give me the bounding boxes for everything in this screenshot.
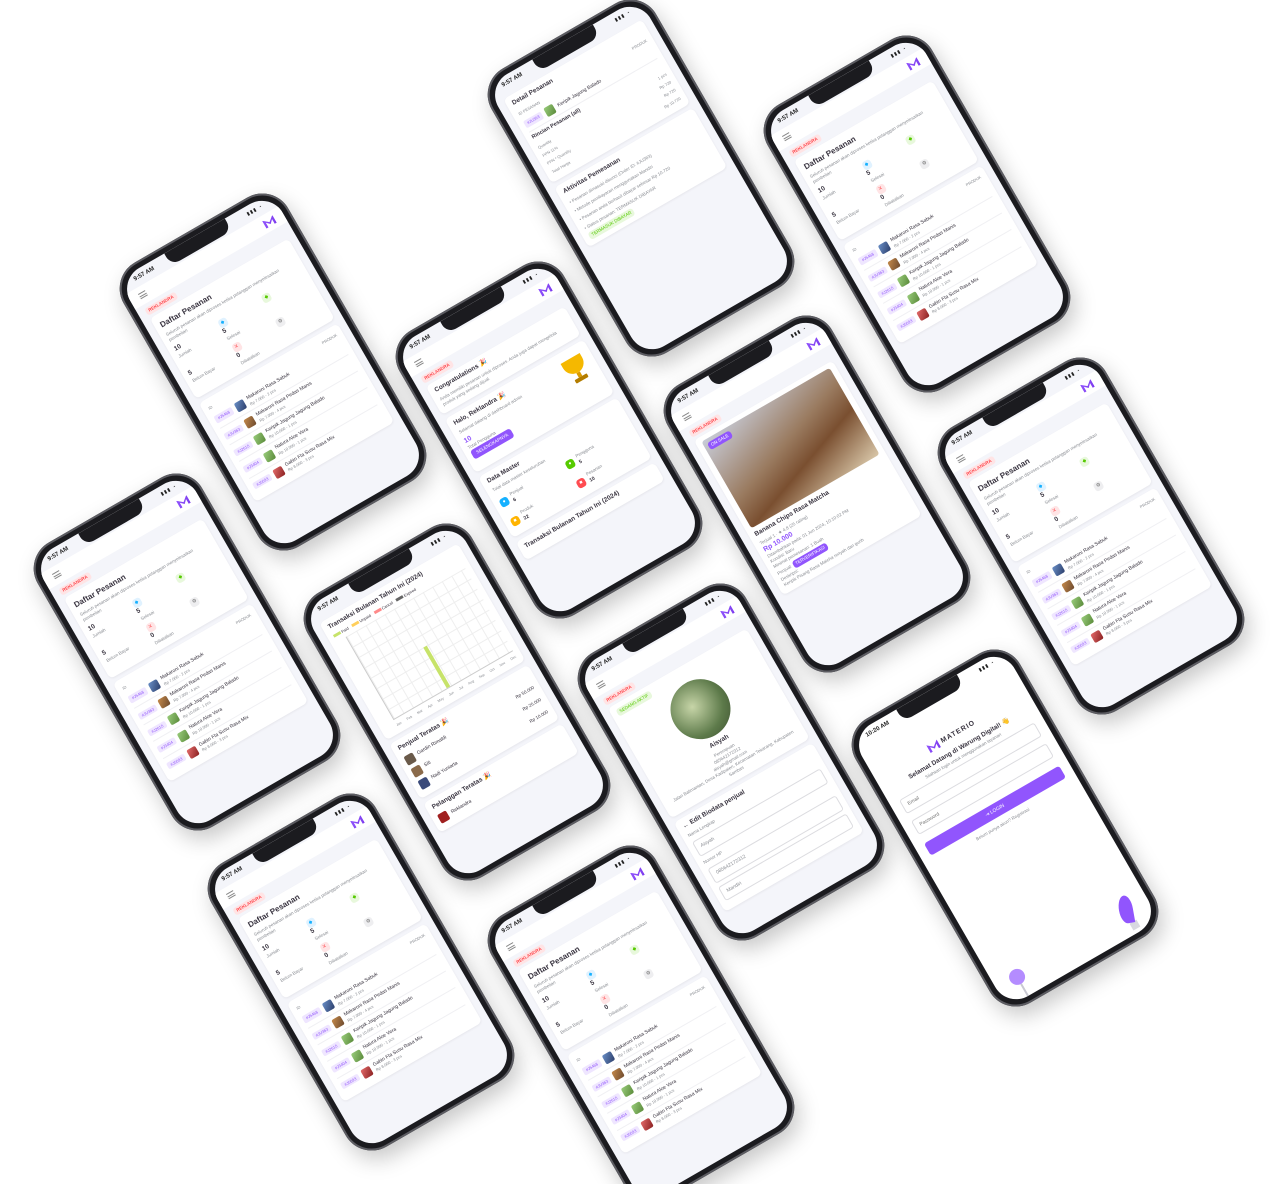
materio-logo-icon: [906, 57, 921, 71]
product-thumb-icon: [340, 1032, 355, 1046]
product-thumb-icon: [272, 465, 286, 479]
product-thumb-icon: [601, 1051, 616, 1065]
product-thumb-icon: [1080, 612, 1095, 627]
chart-bar-jan: [397, 715, 401, 718]
materio-logo-icon: [1080, 379, 1095, 393]
product-thumb-icon: [906, 290, 921, 305]
materio-logo-icon: [630, 867, 645, 881]
product-thumb-icon: [252, 432, 267, 446]
chart-x-tick: Jul: [458, 685, 465, 692]
product-thumb-icon: [611, 1067, 625, 1082]
product-thumb-icon: [1051, 563, 1066, 577]
avatar: [437, 810, 451, 825]
chart-bar-dec: [505, 652, 510, 655]
product-thumb-icon: [630, 1100, 645, 1115]
gear-icon: ⚙: [642, 967, 655, 980]
chart-x-tick: Jan: [395, 720, 403, 728]
product-thumb-icon: [896, 274, 911, 288]
menu-icon[interactable]: [955, 454, 966, 464]
chart-x-tick: Nov: [498, 660, 507, 668]
chart-bar-nov: [496, 657, 500, 660]
chart-x-tick: Jun: [448, 690, 455, 697]
chart-bar-sep: [476, 669, 480, 672]
gear-icon: ⚙: [274, 315, 287, 328]
chart-bar-aug: [466, 675, 470, 678]
cart-icon: ■: [574, 476, 588, 489]
chart-bar-jun: [422, 645, 451, 689]
product-thumb-icon: [1090, 629, 1104, 643]
product-thumb-icon: [877, 241, 892, 255]
product-thumb-icon: [916, 307, 930, 321]
chart-bar-apr: [426, 697, 431, 700]
chart-x-tick: Oct: [488, 667, 496, 674]
product-thumb-icon: [331, 1015, 345, 1030]
product-thumb-icon: [186, 745, 200, 759]
materio-logo-icon: [720, 605, 735, 619]
avatar: [417, 776, 431, 790]
product-thumb-icon: [166, 712, 181, 726]
sale-badge: ON SALE: [706, 430, 734, 451]
gear-icon: ⚙: [188, 595, 201, 608]
menu-icon[interactable]: [781, 132, 792, 142]
box-icon: ■: [509, 514, 522, 527]
gear-icon: ⚙: [918, 157, 931, 170]
product-thumb-icon: [640, 1117, 654, 1131]
materio-logo-icon: [350, 815, 365, 829]
chart-bar-mar: [416, 703, 421, 706]
cart-icon: ◆: [174, 571, 187, 584]
chart-bar-may: [436, 692, 441, 695]
menu-icon[interactable]: [137, 290, 148, 300]
menu-icon[interactable]: [225, 890, 236, 900]
product-thumb-icon: [350, 1048, 365, 1063]
chart-x-tick: Apr: [426, 702, 434, 710]
chart-x-tick: Aug: [467, 679, 475, 686]
login-form: MATERIO Selamat Datang di Warung Digital…: [858, 662, 1080, 870]
chart-x-tick: May: [436, 696, 445, 704]
cart-icon: ◆: [348, 891, 361, 904]
chart-x-tick: Sep: [478, 672, 486, 680]
product-thumb-icon: [543, 103, 557, 118]
gear-icon: ⚙: [1092, 479, 1105, 492]
product-thumb-icon: [1061, 579, 1075, 594]
materio-logo-icon: [926, 739, 941, 753]
product-thumb-icon: [176, 728, 191, 743]
product-thumb-icon: [620, 1084, 635, 1098]
cart-icon: ◆: [1078, 455, 1091, 468]
mockup-stage: 9:57 AM ▮▮▮ ◔ REKLANDRA Daftar Pesanan S…: [0, 0, 1280, 1184]
product-thumb-icon: [243, 415, 257, 430]
cart-icon: ◆: [628, 943, 641, 956]
product-thumb-icon: [1070, 596, 1085, 610]
menu-icon[interactable]: [505, 942, 516, 952]
menu-icon[interactable]: [595, 680, 606, 690]
menu-icon[interactable]: [413, 358, 424, 368]
chart-x-tick: Mar: [416, 708, 424, 716]
users-icon: ●: [498, 495, 511, 509]
product-thumb-icon: [157, 695, 171, 710]
user-group-icon: ●: [564, 457, 577, 471]
menu-icon[interactable]: [681, 412, 692, 422]
product-thumb-icon: [262, 448, 277, 463]
chart-x-tick: Dec: [509, 654, 518, 662]
cart-icon: ◆: [260, 291, 273, 304]
product-thumb-icon: [147, 679, 162, 693]
product-thumb-icon: [360, 1065, 374, 1079]
menu-icon[interactable]: [51, 570, 62, 580]
product-thumb-icon: [233, 399, 248, 413]
chart-x-tick: Feb: [405, 714, 414, 722]
chart-bar-jul: [456, 680, 461, 683]
plant-illustration-icon: [1004, 965, 1036, 1001]
product-thumb-icon: [321, 999, 336, 1013]
product-thumb-icon: [887, 257, 901, 272]
materio-logo-icon: [538, 283, 553, 297]
chart-bar-oct: [486, 663, 490, 666]
cart-icon: ◆: [904, 133, 917, 146]
gear-icon: ⚙: [362, 915, 375, 928]
plant-illustration-icon: [1110, 892, 1147, 937]
materio-logo-icon: [262, 215, 277, 229]
materio-logo-icon: [806, 337, 821, 351]
chart-bar-feb: [407, 709, 411, 712]
materio-logo-icon: [176, 495, 191, 509]
